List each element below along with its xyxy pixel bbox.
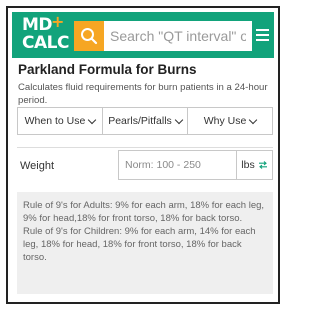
info-tabs: When to Use Pearls/Pitfalls Why Use — [17, 107, 273, 135]
tab-when-to-use[interactable]: When to Use — [18, 108, 103, 134]
weight-unit-label: lbs — [241, 159, 255, 171]
calculator-title: Parkland Formula for Burns — [18, 62, 197, 77]
tab-label: When to Use — [24, 115, 86, 127]
search-button[interactable] — [74, 21, 104, 51]
children-rule-text: Rule of 9's for Children: 9% for each ar… — [23, 226, 256, 263]
rule-of-nines-info: Rule of 9's for Adults: 9% for each arm,… — [17, 192, 273, 294]
adults-rule-text: Rule of 9's for Adults: 9% for each arm,… — [23, 200, 265, 224]
weight-input[interactable] — [118, 150, 236, 180]
calculator-description: Calculates fluid requirements for burn p… — [18, 82, 268, 106]
tab-label: Why Use — [203, 115, 247, 127]
weight-unit-toggle[interactable]: lbs — [236, 150, 273, 180]
chevron-down-icon — [174, 115, 184, 124]
logo-plus-icon: + — [51, 12, 64, 31]
section-divider — [17, 147, 273, 148]
tab-why-use[interactable]: Why Use — [188, 108, 272, 134]
weight-label: Weight — [20, 160, 55, 172]
chevron-down-icon — [88, 115, 97, 124]
app-frame: MD + CALC Parkland Formula for Burns Cal… — [6, 6, 280, 304]
logo-calc-text: CALC — [22, 33, 69, 53]
search-input[interactable] — [104, 21, 252, 51]
top-navigation-bar: MD + CALC — [12, 12, 274, 58]
search-icon — [81, 28, 98, 45]
tab-label: Pearls/Pitfalls — [108, 115, 172, 127]
chevron-down-icon — [249, 115, 258, 124]
swap-arrows-icon — [258, 161, 267, 169]
tab-pearls-pitfalls[interactable]: Pearls/Pitfalls — [103, 108, 188, 134]
hamburger-menu-icon[interactable] — [256, 26, 272, 44]
mdcalc-logo[interactable]: MD + CALC — [22, 12, 69, 53]
